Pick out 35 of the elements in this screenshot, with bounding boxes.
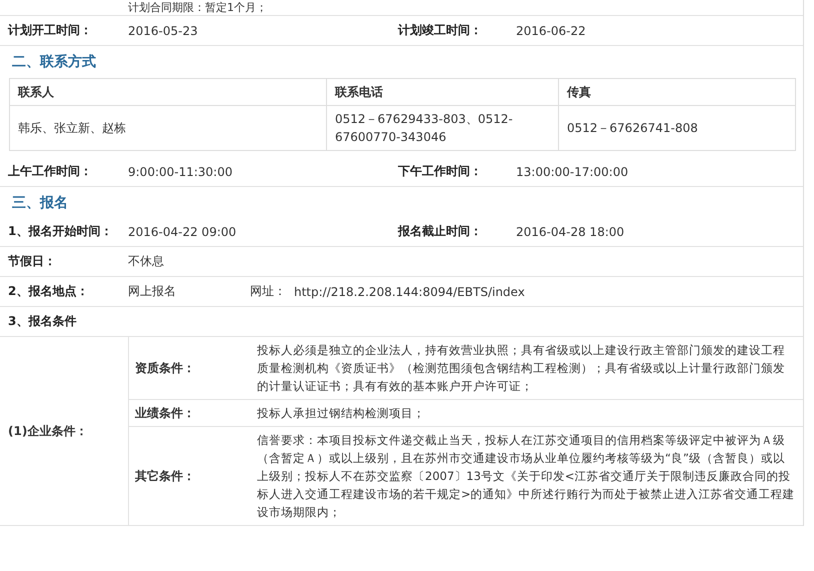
url-text: http://218.2.208.144:8094/EBTS/index <box>294 284 525 298</box>
contract-period-text: 计划合同期限：暂定1个月； <box>128 0 267 15</box>
field-label: (1)企业条件： <box>8 422 88 440</box>
field-label: 下午工作时间： <box>398 163 483 180</box>
condition-text: 信誉要求：本项目投标文件递交截止当天，投标人在江苏交通项目的信用档案等级评定中被评为Ａ级（含暂定Ａ）或以上级别，且在苏州市交通建设市场从业单位履约考核等级为“良”级（含暂良）或以上级别；投标人不在苏交监察〔2007〕13号文《关于印发<江苏省交通厅关于限制违反廉政合同的投标人进入交通工程建设市场的若干规定>的通知》中所述行贿行为而处于被禁止进入江苏省交通工程建设市场期限内； <box>257 432 796 521</box>
field-label: 计划竣工时间： <box>398 22 483 39</box>
column-header: 联系人 <box>10 78 326 106</box>
section-heading: 二、联系方式 <box>12 54 96 70</box>
column-header: 联系电话 <box>326 78 558 106</box>
subsection-heading: 3、报名条件 <box>8 313 78 330</box>
field-label: 报名截止时间： <box>398 223 483 240</box>
field-value: 9:00:00-11:30:00 <box>128 164 234 178</box>
field-value: 13:00:00-17:00:00 <box>516 164 628 178</box>
field-value: 2016-04-22 09:00 <box>128 224 238 238</box>
column-header: 传真 <box>558 78 796 106</box>
condition-text: 投标人必须是独立的企业法人，持有效营业执照；具有省级或以上建设行政主管部门颁发的建设工程质量检测机构《资质证书》（检测范围须包含钢结构工程检测）；具有省级或以上计量行政部门颁发的计量认证证书；具有有效的基本账户开户许可证； <box>257 342 786 395</box>
field-value: 网上报名 <box>128 283 177 300</box>
table-cell: 0512－67629433-803、0512-67600770-343046 <box>326 106 558 150</box>
field-label: 上午工作时间： <box>8 163 93 180</box>
field-label: 1、报名开始时间： <box>8 223 114 240</box>
field-label: 2、报名地点： <box>8 283 90 300</box>
field-value: 不休息 <box>128 253 164 270</box>
field-value: 2016-04-28 18:00 <box>516 224 624 238</box>
condition-label: 资质条件： <box>134 360 196 376</box>
field-label: 计划开工时间： <box>8 22 93 39</box>
condition-label: 业绩条件： <box>134 404 196 422</box>
table-cell: 0512－67626741-808 <box>558 106 796 150</box>
field-value: 2016-06-22 <box>516 24 586 38</box>
section-heading: 三、报名 <box>12 195 68 211</box>
url-label: 网址： <box>250 283 287 300</box>
table-cell: 韩乐、张立新、赵栋 <box>10 106 326 150</box>
field-label: 节假日： <box>8 253 57 270</box>
field-value: 2016-05-23 <box>128 24 199 38</box>
condition-text: 投标人承担过钢结构检测项目； <box>257 405 426 422</box>
condition-label: 其它条件： <box>134 468 196 484</box>
